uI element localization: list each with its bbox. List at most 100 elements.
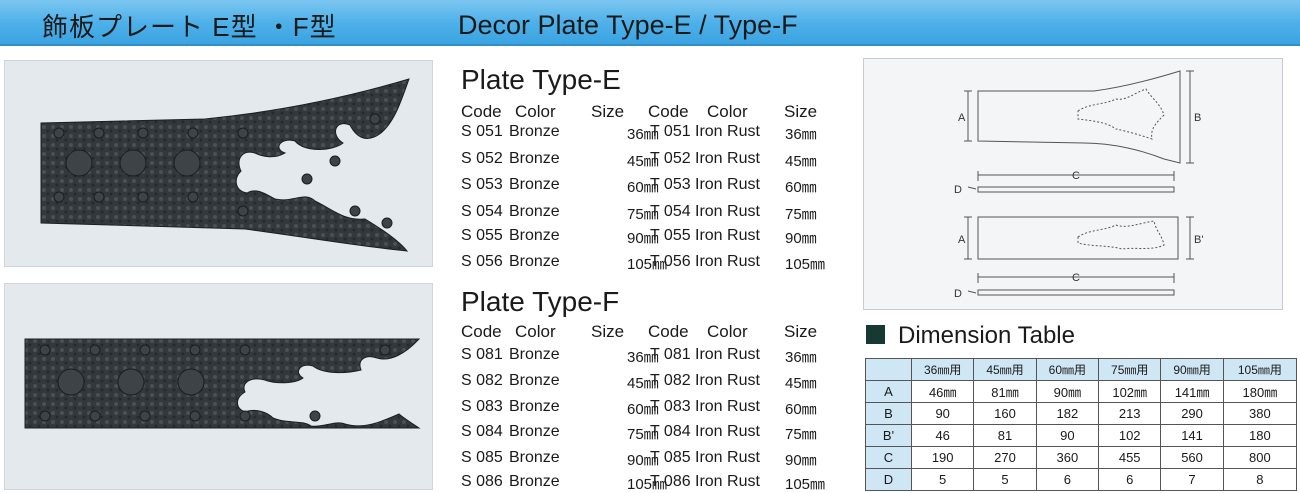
code-cell: S 052 (461, 150, 503, 167)
code-cell: S 084 (461, 423, 503, 440)
color-cell: Bronze (509, 176, 560, 193)
code-cell: S 083 (461, 398, 503, 415)
size-cell: 75㎜ (785, 426, 817, 443)
title-english: Decor Plate Type-E / Type-F (458, 10, 798, 40)
table-cell: 455 (1098, 446, 1162, 469)
color-cell: Iron Rust (695, 150, 760, 167)
table-cell: 7 (1160, 468, 1224, 491)
code-cell: S 081 (461, 346, 503, 363)
column-header: Color (707, 322, 748, 341)
table-cell: 560 (1160, 446, 1224, 469)
color-cell: Bronze (509, 473, 560, 490)
code-cell: T 081 (650, 346, 691, 363)
dimension-table-heading: Dimension Table (866, 322, 1075, 350)
table-cell: 81 (973, 424, 1037, 447)
table-cell: 46㎜ (910, 380, 975, 403)
diagram-label-b-prime: B' (1194, 234, 1203, 246)
column-header: Code (648, 102, 689, 121)
code-cell: S 054 (461, 203, 503, 220)
column-header: 36㎜用 (910, 358, 975, 381)
table-cell: 182 (1035, 402, 1100, 425)
size-cell: 45㎜ (785, 375, 817, 392)
table-cell: 90 (1035, 424, 1100, 447)
size-cell: 36㎜ (785, 349, 817, 366)
row-label: B' (865, 424, 912, 447)
column-header: Code (648, 322, 689, 341)
table-cell: 8 (1222, 468, 1298, 491)
title-japanese: 飾板プレート E型 ・F型 (42, 12, 337, 42)
code-cell: T 056 (650, 253, 691, 270)
color-cell: Bronze (509, 150, 560, 167)
size-cell: 105㎜ (785, 476, 826, 493)
code-cell: T 052 (650, 150, 691, 167)
table-cell: 800 (1222, 446, 1298, 469)
table-cell: 160 (973, 402, 1037, 425)
dimension-drawing: A B C D A B' C D (954, 70, 1203, 300)
size-cell: 36㎜ (785, 126, 817, 143)
diagram-label-a-e: A (958, 112, 966, 124)
color-cell: Iron Rust (695, 346, 760, 363)
color-cell: Bronze (509, 227, 560, 244)
diagram-label-c-f: C (1072, 272, 1080, 284)
code-cell: T 053 (650, 176, 691, 193)
column-header: 45㎜用 (973, 358, 1037, 381)
dimension-table-title: Dimension Table (898, 322, 1075, 349)
table-cell: 102㎜ (1098, 380, 1162, 403)
color-cell: Bronze (509, 398, 560, 415)
photo-plate-type-e (4, 60, 433, 267)
color-cell: Iron Rust (695, 227, 760, 244)
column-header: 75㎜用 (1098, 358, 1162, 381)
color-cell: Iron Rust (695, 449, 760, 466)
dimension-diagram: A B C D A B' C D (863, 58, 1283, 310)
table-cell: 141 (1160, 424, 1224, 447)
color-cell: Iron Rust (695, 423, 760, 440)
table-cell: 190 (910, 446, 975, 469)
table-row: D556678 (865, 468, 1298, 491)
diagram-label-c-e: C (1072, 170, 1080, 182)
table-cell: 141㎜ (1160, 380, 1224, 403)
table-header-row: 36㎜用 45㎜用 60㎜用 75㎜用 90㎜用 105㎜用 (865, 358, 1298, 381)
dimension-table: 36㎜用 45㎜用 60㎜用 75㎜用 90㎜用 105㎜用 A 46㎜ 81㎜ 90㎜ 102㎜ 1… (865, 358, 1298, 491)
table-cell: 180㎜ (1222, 380, 1298, 403)
table-cell: 81㎜ (973, 380, 1037, 403)
table-cell: 360 (1035, 446, 1100, 469)
size-cell: 75㎜ (785, 206, 817, 223)
corner-cell (865, 358, 912, 381)
code-cell: T 055 (650, 227, 691, 244)
code-cell: T 083 (650, 398, 691, 415)
color-cell: Iron Rust (695, 473, 760, 490)
code-cell: T 051 (650, 123, 691, 140)
table-cell: 6 (1098, 468, 1162, 491)
color-cell: Bronze (509, 346, 560, 363)
color-cell: Bronze (509, 372, 560, 389)
photo-plate-type-f (4, 283, 433, 490)
code-cell: T 085 (650, 449, 691, 466)
color-cell: Bronze (509, 203, 560, 220)
page-header: 飾板プレート E型 ・F型 Decor Plate Type-E / Type-… (0, 0, 1300, 46)
color-cell: Iron Rust (695, 372, 760, 389)
diagram-label-d-f: D (954, 288, 962, 300)
column-header: 60㎜用 (1035, 358, 1100, 381)
size-cell: 60㎜ (785, 179, 817, 196)
column-header: 105㎜用 (1222, 358, 1298, 381)
size-cell: 90㎜ (785, 230, 817, 247)
color-cell: Bronze (509, 123, 560, 140)
color-cell: Iron Rust (695, 253, 760, 270)
table-cell: 213 (1098, 402, 1162, 425)
code-cell: S 082 (461, 372, 503, 389)
table-row: B' 46 81 90 102 141 180 (865, 424, 1298, 447)
table-row: C 190 270 360 455 560 800 (865, 446, 1298, 469)
color-cell: Iron Rust (695, 176, 760, 193)
plate-f-image (24, 338, 421, 429)
column-header: Size (784, 322, 818, 341)
table-cell: 5 (910, 468, 975, 491)
table-cell: 6 (1035, 468, 1100, 491)
column-header: 90㎜用 (1160, 358, 1224, 381)
table-cell: 102 (1098, 424, 1162, 447)
row-label: D (865, 468, 912, 491)
color-cell: Bronze (509, 253, 560, 270)
column-header: Code (461, 102, 502, 121)
size-cell: 45㎜ (785, 153, 817, 170)
table-row: B 90 160 182 213 290 380 (865, 402, 1298, 425)
code-cell: S 085 (461, 449, 503, 466)
